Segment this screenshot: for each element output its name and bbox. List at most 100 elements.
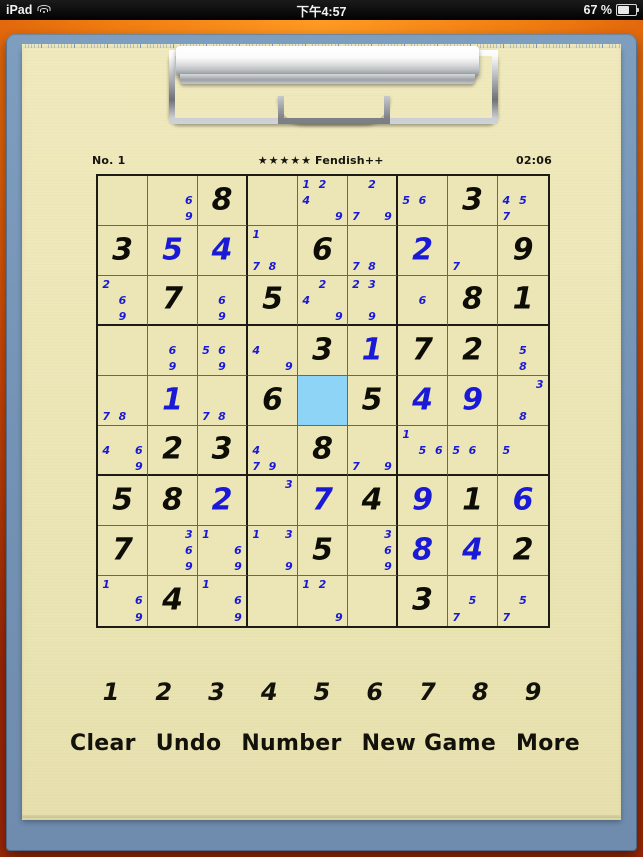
clear-button[interactable]: Clear bbox=[70, 731, 136, 756]
sudoku-grid[interactable]: 6981249279563457354178678279269769524923… bbox=[96, 174, 550, 628]
sudoku-cell-r1c8[interactable]: 3 bbox=[448, 176, 498, 226]
sudoku-cell-r1c7[interactable]: 56 bbox=[398, 176, 448, 226]
sudoku-cell-r4c8[interactable]: 2 bbox=[448, 326, 498, 376]
sudoku-cell-r8c4[interactable]: 1 3 9 bbox=[248, 526, 298, 576]
sudoku-cell-r9c9[interactable]: 57 bbox=[498, 576, 548, 626]
sudoku-cell-r3c5[interactable]: 24 9 bbox=[298, 276, 348, 326]
sudoku-cell-r2c5[interactable]: 6 bbox=[298, 226, 348, 276]
number-button-9[interactable]: 9 bbox=[514, 678, 552, 706]
sudoku-cell-r8c2[interactable]: 3 6 9 bbox=[148, 526, 198, 576]
sudoku-cell-r7c5[interactable]: 7 bbox=[298, 476, 348, 526]
sudoku-cell-r6c7[interactable]: 156 bbox=[398, 426, 448, 476]
sudoku-cell-r4c4[interactable]: 49 bbox=[248, 326, 298, 376]
sudoku-cell-r9c3[interactable]: 1 6 9 bbox=[198, 576, 248, 626]
sudoku-cell-r6c3[interactable]: 3 bbox=[198, 426, 248, 476]
sudoku-cell-r2c8[interactable]: 7 bbox=[448, 226, 498, 276]
number-button-4[interactable]: 4 bbox=[250, 678, 288, 706]
sudoku-cell-r5c9[interactable]: 38 bbox=[498, 376, 548, 426]
sudoku-cell-r3c7[interactable]: 6 bbox=[398, 276, 448, 326]
sudoku-cell-r5c4[interactable]: 6 bbox=[248, 376, 298, 426]
sudoku-cell-r5c8[interactable]: 9 bbox=[448, 376, 498, 426]
sudoku-cell-r8c1[interactable]: 7 bbox=[98, 526, 148, 576]
sudoku-cell-r4c3[interactable]: 56 9 bbox=[198, 326, 248, 376]
sudoku-cell-r6c2[interactable]: 2 bbox=[148, 426, 198, 476]
sudoku-cell-r9c7[interactable]: 3 bbox=[398, 576, 448, 626]
number-button-7[interactable]: 7 bbox=[409, 678, 447, 706]
sudoku-cell-r2c1[interactable]: 3 bbox=[98, 226, 148, 276]
sudoku-cell-r9c1[interactable]: 1 6 9 bbox=[98, 576, 148, 626]
sudoku-cell-r4c1[interactable] bbox=[98, 326, 148, 376]
sudoku-cell-r3c9[interactable]: 1 bbox=[498, 276, 548, 326]
sudoku-cell-r3c3[interactable]: 69 bbox=[198, 276, 248, 326]
number-button-5[interactable]: 5 bbox=[303, 678, 341, 706]
number-button-8[interactable]: 8 bbox=[461, 678, 499, 706]
sudoku-cell-r4c6[interactable]: 1 bbox=[348, 326, 398, 376]
number-pad[interactable]: 123456789 bbox=[92, 675, 552, 709]
sudoku-cell-r8c6[interactable]: 3 6 9 bbox=[348, 526, 398, 576]
sudoku-cell-r7c7[interactable]: 9 bbox=[398, 476, 448, 526]
pencil-mark-empty bbox=[264, 342, 280, 358]
sudoku-cell-r9c2[interactable]: 4 bbox=[148, 576, 198, 626]
sudoku-cell-r1c9[interactable]: 457 bbox=[498, 176, 548, 226]
sudoku-cell-r6c6[interactable]: 79 bbox=[348, 426, 398, 476]
sudoku-cell-r7c4[interactable]: 3 bbox=[248, 476, 298, 526]
sudoku-cell-r6c8[interactable]: 56 bbox=[448, 426, 498, 476]
sudoku-cell-r1c6[interactable]: 2 7 9 bbox=[348, 176, 398, 226]
sudoku-cell-r2c4[interactable]: 1 78 bbox=[248, 226, 298, 276]
sudoku-cell-r9c4[interactable] bbox=[248, 576, 298, 626]
sudoku-cell-r6c4[interactable]: 4 79 bbox=[248, 426, 298, 476]
new-game-button[interactable]: New Game bbox=[362, 731, 496, 756]
sudoku-cell-r5c2[interactable]: 1 bbox=[148, 376, 198, 426]
number-button[interactable]: Number bbox=[241, 731, 341, 756]
number-button-1[interactable]: 1 bbox=[92, 678, 130, 706]
sudoku-cell-r8c8[interactable]: 4 bbox=[448, 526, 498, 576]
sudoku-cell-r7c6[interactable]: 4 bbox=[348, 476, 398, 526]
sudoku-cell-r2c7[interactable]: 2 bbox=[398, 226, 448, 276]
sudoku-cell-r9c6[interactable] bbox=[348, 576, 398, 626]
sudoku-cell-r6c1[interactable]: 4 6 9 bbox=[98, 426, 148, 476]
sudoku-cell-r3c2[interactable]: 7 bbox=[148, 276, 198, 326]
sudoku-cell-r7c1[interactable]: 5 bbox=[98, 476, 148, 526]
sudoku-cell-r5c1[interactable]: 78 bbox=[98, 376, 148, 426]
sudoku-cell-r3c4[interactable]: 5 bbox=[248, 276, 298, 326]
sudoku-cell-r1c3[interactable]: 8 bbox=[198, 176, 248, 226]
sudoku-cell-r5c3[interactable]: 78 bbox=[198, 376, 248, 426]
pencil-mark-empty bbox=[498, 342, 515, 358]
sudoku-cell-r1c5[interactable]: 124 9 bbox=[298, 176, 348, 226]
sudoku-cell-r1c1[interactable] bbox=[98, 176, 148, 226]
sudoku-cell-r1c4[interactable] bbox=[248, 176, 298, 226]
sudoku-cell-r7c8[interactable]: 1 bbox=[448, 476, 498, 526]
sudoku-cell-r2c2[interactable]: 5 bbox=[148, 226, 198, 276]
sudoku-cell-r7c2[interactable]: 8 bbox=[148, 476, 198, 526]
sudoku-cell-r8c5[interactable]: 5 bbox=[298, 526, 348, 576]
sudoku-cell-r2c6[interactable]: 78 bbox=[348, 226, 398, 276]
more-button[interactable]: More bbox=[516, 731, 580, 756]
sudoku-cell-r2c3[interactable]: 4 bbox=[198, 226, 248, 276]
sudoku-cell-r1c2[interactable]: 69 bbox=[148, 176, 198, 226]
sudoku-cell-r4c5[interactable]: 3 bbox=[298, 326, 348, 376]
sudoku-cell-r4c9[interactable]: 58 bbox=[498, 326, 548, 376]
sudoku-cell-r4c2[interactable]: 69 bbox=[148, 326, 198, 376]
sudoku-cell-r6c5[interactable]: 8 bbox=[298, 426, 348, 476]
action-button-row[interactable]: Clear Undo Number New Game More bbox=[70, 725, 580, 761]
undo-button[interactable]: Undo bbox=[156, 731, 222, 756]
sudoku-cell-r8c3[interactable]: 1 6 9 bbox=[198, 526, 248, 576]
sudoku-cell-r5c7[interactable]: 4 bbox=[398, 376, 448, 426]
sudoku-cell-r4c7[interactable]: 7 bbox=[398, 326, 448, 376]
sudoku-cell-r6c9[interactable]: 5 bbox=[498, 426, 548, 476]
sudoku-cell-r2c9[interactable]: 9 bbox=[498, 226, 548, 276]
number-button-3[interactable]: 3 bbox=[198, 678, 236, 706]
sudoku-cell-r8c9[interactable]: 2 bbox=[498, 526, 548, 576]
sudoku-cell-r7c3[interactable]: 2 bbox=[198, 476, 248, 526]
sudoku-cell-r8c7[interactable]: 8 bbox=[398, 526, 448, 576]
sudoku-cell-r3c8[interactable]: 8 bbox=[448, 276, 498, 326]
sudoku-cell-r5c5[interactable] bbox=[298, 376, 348, 426]
sudoku-cell-r3c6[interactable]: 23 9 bbox=[348, 276, 398, 326]
sudoku-cell-r9c5[interactable]: 12 9 bbox=[298, 576, 348, 626]
number-button-2[interactable]: 2 bbox=[145, 678, 183, 706]
sudoku-cell-r9c8[interactable]: 57 bbox=[448, 576, 498, 626]
sudoku-cell-r5c6[interactable]: 5 bbox=[348, 376, 398, 426]
sudoku-cell-r7c9[interactable]: 6 bbox=[498, 476, 548, 526]
number-button-6[interactable]: 6 bbox=[356, 678, 394, 706]
sudoku-cell-r3c1[interactable]: 26 9 bbox=[98, 276, 148, 326]
